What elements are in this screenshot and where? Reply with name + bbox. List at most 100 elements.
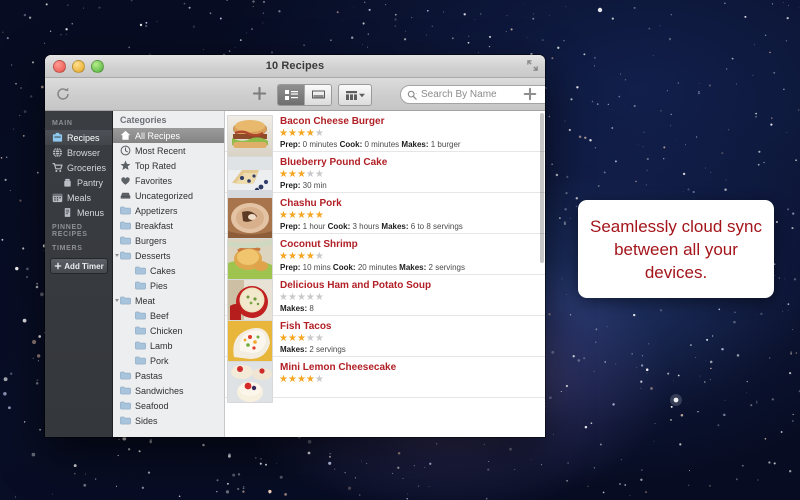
category-item-favorites[interactable]: Favorites xyxy=(113,173,224,188)
folder-icon xyxy=(120,385,131,396)
star-icon: ★ xyxy=(288,252,297,262)
view-mode-segmented-control[interactable] xyxy=(277,84,332,106)
fullscreen-arrows-icon[interactable] xyxy=(527,60,538,71)
category-label: Appetizers xyxy=(135,206,178,216)
add-timer-button[interactable]: Add Timer xyxy=(50,258,108,274)
category-item-chicken[interactable]: Chicken xyxy=(113,323,224,338)
pork-roll-photo xyxy=(227,197,273,239)
category-item-sandwiches[interactable]: Sandwiches xyxy=(113,383,224,398)
sidebar-item-menus[interactable]: Menus xyxy=(45,205,112,220)
category-item-most-recent[interactable]: Most Recent xyxy=(113,143,224,158)
search-magnifier-icon xyxy=(407,90,417,100)
recipe-list-item[interactable]: Bacon Cheese Burger★★★★★Prep: 0 minutes … xyxy=(225,111,545,152)
star-icon: ★ xyxy=(279,170,288,180)
sidebar-item-browser[interactable]: Browser xyxy=(45,145,112,160)
category-item-appetizers[interactable]: Appetizers xyxy=(113,203,224,218)
recipe-list-scrollbar[interactable] xyxy=(540,113,544,263)
rating-stars[interactable]: ★★★★★ xyxy=(279,334,346,344)
folder-icon xyxy=(120,205,131,216)
sidebar-item-meals[interactable]: Meals xyxy=(45,190,112,205)
category-item-pastas[interactable]: Pastas xyxy=(113,368,224,383)
grid-group-icon xyxy=(346,91,357,100)
window-titlebar[interactable]: 10 Recipes xyxy=(45,55,545,78)
sidebar-item-label: Menus xyxy=(77,208,104,218)
grouping-menu-button[interactable] xyxy=(338,84,372,106)
recipe-list-item[interactable]: Fish Tacos★★★★★Makes: 2 servings xyxy=(225,316,545,357)
pantry-jar-icon xyxy=(62,177,73,188)
category-item-lamb[interactable]: Lamb xyxy=(113,338,224,353)
globe-icon xyxy=(52,147,63,158)
sidebar-section-header: MAIN xyxy=(45,116,112,130)
category-item-pork[interactable]: Pork xyxy=(113,353,224,368)
category-item-cakes[interactable]: Cakes xyxy=(113,263,224,278)
add-recipe-button[interactable] xyxy=(252,86,267,101)
recipe-details: Prep: 10 mins Cook: 20 minutes Makes: 2 … xyxy=(280,263,465,273)
category-item-meat[interactable]: Meat xyxy=(113,293,224,308)
recipe-list-item[interactable]: Blueberry Pound Cake★★★★★Prep: 30 min xyxy=(225,152,545,193)
category-item-top-rated[interactable]: Top Rated xyxy=(113,158,224,173)
callout-text: Seamlessly cloud sync between all your d… xyxy=(588,215,764,284)
window-body: MAINRecipes Browser GroceriesPantryMeals Me… xyxy=(45,111,545,437)
recipe-title: Blueberry Pound Cake xyxy=(280,157,387,169)
inbox-icon xyxy=(120,190,131,201)
category-item-burgers[interactable]: Burgers xyxy=(113,233,224,248)
recipe-title: Chashu Pork xyxy=(280,198,463,210)
star-icon: ★ xyxy=(315,252,324,262)
star-icon: ★ xyxy=(288,293,297,303)
star-icon: ★ xyxy=(288,129,297,139)
sync-refresh-icon[interactable] xyxy=(55,86,71,102)
add-toolbar-item-button[interactable] xyxy=(523,87,537,101)
recipe-list-item[interactable]: Chashu Pork★★★★★Prep: 1 hour Cook: 3 hou… xyxy=(225,193,545,234)
category-item-seafood[interactable]: Seafood xyxy=(113,398,224,413)
disclosure-triangle-icon[interactable] xyxy=(115,299,119,302)
rating-stars[interactable]: ★★★★★ xyxy=(279,211,463,221)
star-icon: ★ xyxy=(315,129,324,139)
star-icon: ★ xyxy=(279,252,288,262)
star-icon: ★ xyxy=(315,293,324,303)
window-title: 10 Recipes xyxy=(45,55,545,77)
zoom-button[interactable] xyxy=(91,60,104,73)
rating-stars[interactable]: ★★★★★ xyxy=(279,170,387,180)
disclosure-triangle-icon[interactable] xyxy=(115,254,119,257)
close-button[interactable] xyxy=(53,60,66,73)
category-item-desserts[interactable]: Desserts xyxy=(113,248,224,263)
category-item-sides[interactable]: Sides xyxy=(113,413,224,428)
category-item-breakfast[interactable]: Breakfast xyxy=(113,218,224,233)
sidebar-section-header: PINNED RECIPES xyxy=(45,220,112,241)
recipe-list-item[interactable]: Coconut Shrimp★★★★★Prep: 10 mins Cook: 2… xyxy=(225,234,545,275)
category-label: Pastas xyxy=(135,371,163,381)
recipe-details: Prep: 0 minutes Cook: 0 minutes Makes: 1… xyxy=(280,140,461,150)
list-view-icon[interactable] xyxy=(278,85,305,105)
rating-stars[interactable]: ★★★★★ xyxy=(279,129,461,139)
rating-stars[interactable]: ★★★★★ xyxy=(279,293,431,303)
sidebar-item-label: Browser xyxy=(67,148,100,158)
recipe-list[interactable]: Bacon Cheese Burger★★★★★Prep: 0 minutes … xyxy=(225,111,545,437)
category-item-pies[interactable]: Pies xyxy=(113,278,224,293)
recipe-title: Bacon Cheese Burger xyxy=(280,116,461,128)
sidebar-item-groceries[interactable]: Groceries xyxy=(45,160,112,175)
recipe-list-item[interactable]: Delicious Ham and Potato Soup★★★★★Makes:… xyxy=(225,275,545,316)
star-icon: ★ xyxy=(297,129,306,139)
rating-stars[interactable]: ★★★★★ xyxy=(279,252,465,262)
sidebar-item-recipes[interactable]: Recipes xyxy=(45,130,112,145)
recipe-list-item[interactable]: Mini Lemon Cheesecake★★★★★ xyxy=(225,357,545,398)
category-label: Breakfast xyxy=(135,221,173,231)
star-icon: ★ xyxy=(297,334,306,344)
star-icon: ★ xyxy=(306,170,315,180)
minimize-button[interactable] xyxy=(72,60,85,73)
category-item-beef[interactable]: Beef xyxy=(113,308,224,323)
star-icon: ★ xyxy=(315,211,324,221)
card-view-icon[interactable] xyxy=(305,85,331,105)
category-label: Pies xyxy=(150,281,168,291)
rating-stars[interactable]: ★★★★★ xyxy=(279,375,396,385)
category-item-all-recipes[interactable]: All Recipes xyxy=(113,128,224,143)
sidebar-item-pantry[interactable]: Pantry xyxy=(45,175,112,190)
star-icon: ★ xyxy=(306,211,315,221)
search-input[interactable]: Search By Name xyxy=(421,89,497,100)
category-label: Top Rated xyxy=(135,161,176,171)
star-icon: ★ xyxy=(288,170,297,180)
home-icon xyxy=(120,130,131,141)
star-icon: ★ xyxy=(306,293,315,303)
category-label: Beef xyxy=(150,311,169,321)
category-item-uncategorized[interactable]: Uncategorized xyxy=(113,188,224,203)
